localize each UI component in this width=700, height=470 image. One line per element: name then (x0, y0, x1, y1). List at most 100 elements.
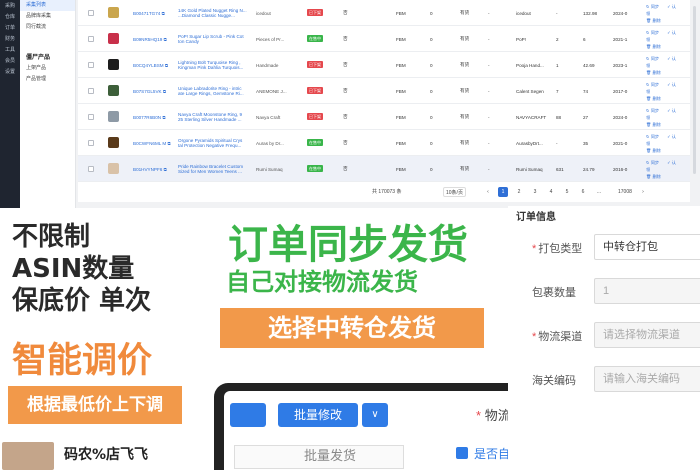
sync-link[interactable]: ↻ 同步 (646, 160, 663, 165)
row-checkbox[interactable] (88, 36, 94, 42)
table-row[interactable]: B0CQ4YLBSM ⧉ Lightning Bolt Turquoise Ri… (78, 52, 690, 78)
table-row[interactable]: B00471TG74 ⧉ 14K Gold Plated Nugget Ring… (78, 0, 690, 26)
table-row[interactable]: B01HVYNPF6 ⧉ Pride Rainbow Bracelet Cust… (78, 156, 690, 182)
copy-icon[interactable]: ⧉ (165, 63, 168, 68)
form-field-input[interactable]: 请选择物流渠道 (594, 322, 700, 348)
cell-qty: 0 (430, 10, 433, 16)
row-checkbox[interactable] (88, 88, 94, 94)
table-row[interactable]: B0CWFN6ML M ⧉ Orgone Pyramids Spiritual … (78, 130, 690, 156)
product-title-link[interactable]: Unique Labradorite Ring - intric ate Lar… (178, 78, 248, 104)
copy-icon[interactable]: ⧉ (162, 115, 165, 120)
delete-text: 删除 (652, 70, 661, 75)
cell-date: 2021-1 (613, 36, 628, 42)
table-row[interactable]: B09NR5HQ19 ⧉ PoP! Sugar Lip Scrub - Pink… (78, 26, 690, 52)
form-field-input[interactable]: 1 (594, 278, 700, 304)
form-field-input[interactable]: 请输入海关编码 (594, 366, 700, 392)
delete-link[interactable]: 🗑 删除 (646, 70, 665, 75)
product-title-link[interactable]: Orgone Pyramids Spiritual Crys tal Prote… (178, 130, 248, 156)
delete-link[interactable]: 🗑 删除 (646, 18, 665, 23)
asin-link[interactable]: B0CWFN6ML M ⧉ (133, 130, 175, 156)
rail-item[interactable]: 财务 (0, 33, 20, 44)
sync-link[interactable]: ↻ 同步 (646, 56, 663, 61)
asin-text: B0CQ4YLBSM (133, 62, 164, 68)
rail-item[interactable]: 会员 (0, 55, 20, 66)
batch-edit-button[interactable]: 批量修改 (278, 403, 358, 427)
cell-dash: - (488, 140, 490, 146)
sync-link[interactable]: ↻ 同步 (646, 82, 663, 87)
row-checkbox[interactable] (88, 62, 94, 68)
sync-link[interactable]: ↻ 同步 (646, 108, 663, 113)
product-title-link[interactable]: 14K Gold Plated Nugget Ring N... ...Diam… (178, 0, 248, 26)
cell-count: - (556, 10, 558, 16)
delete-link[interactable]: 🗑 删除 (646, 122, 665, 127)
pager-size-select[interactable]: 10条/页 (443, 187, 466, 197)
asin-text: B0077R6B0N (133, 114, 162, 120)
subnav-item[interactable]: 产品管理 (20, 74, 75, 85)
batch-ship-label[interactable]: 批量发货 (304, 445, 356, 464)
asin-link[interactable]: B01HVYNPF6 ⧉ (133, 156, 175, 182)
rail-item[interactable]: 采购 (0, 0, 20, 11)
copy-icon[interactable]: ⧉ (164, 37, 167, 42)
product-title-link[interactable]: Pride Rainbow Bracelet Custom Sized for … (178, 156, 248, 182)
product-title-link[interactable]: Lightning Bolt Turquoise Ring , Kingman … (178, 52, 248, 78)
brand-cell: icedout (256, 10, 271, 16)
form-field-input[interactable]: 中转仓打包 (594, 234, 700, 260)
pager-page[interactable]: 5 (562, 187, 572, 197)
delete-link[interactable]: 🗑 删除 (646, 44, 665, 49)
row-checkbox[interactable] (88, 140, 94, 146)
subnav-item[interactable]: 同行截流 (20, 22, 75, 33)
asin-link[interactable]: B0077R6B0N ⧉ (133, 104, 175, 130)
row-checkbox[interactable] (88, 114, 94, 120)
sync-link[interactable]: ↻ 同步 (646, 134, 663, 139)
delete-text: 删除 (652, 174, 661, 179)
subnav-item[interactable]: 采集列表 (20, 0, 75, 11)
rail-item[interactable]: 仓库 (0, 11, 20, 22)
row-checkbox[interactable] (88, 166, 94, 172)
copy-icon[interactable]: ⧉ (162, 11, 165, 16)
rail-item[interactable]: 设置 (0, 66, 20, 77)
status-badge: 已下架 (307, 87, 323, 94)
table-row[interactable]: B0077R6B0N ⧉ Navya Craft Moonstone Ring,… (78, 104, 690, 130)
subnav-item[interactable]: 品牌库采集 (20, 11, 75, 22)
pager-page[interactable]: 17008 (616, 187, 634, 197)
pager-page[interactable]: 1 (498, 187, 508, 197)
phone-left-button[interactable] (230, 403, 266, 427)
batch-dropdown-button[interactable]: ∨ (362, 403, 388, 427)
copy-icon[interactable]: ⧉ (163, 89, 166, 94)
pager-page[interactable]: 2 (514, 187, 524, 197)
pager-page[interactable]: 3 (530, 187, 540, 197)
asin-link[interactable]: B09NR5HQ19 ⧉ (133, 26, 175, 52)
asin-link[interactable]: B07S7GL5VK ⧉ (133, 78, 175, 104)
asin-link[interactable]: B00471TG74 ⧉ (133, 0, 175, 26)
auto-ship-checkbox[interactable] (456, 447, 468, 459)
row-actions: ↻ 同步 ✓ 认领 🗑 删除 (646, 107, 686, 128)
sync-link[interactable]: ↻ 同步 (646, 30, 663, 35)
pager-page[interactable]: 6 (578, 187, 588, 197)
pager-page[interactable]: ... (594, 187, 604, 197)
table-scrollbar[interactable] (693, 6, 696, 174)
cell-price: 6 (583, 36, 586, 42)
pager-page[interactable]: 4 (546, 187, 556, 197)
product-title-link[interactable]: Navya Craft Moonstone Ring, 9 25 Sterlin… (178, 104, 248, 130)
cell-dash: - (488, 10, 490, 16)
cell-qty: 0 (430, 114, 433, 120)
copy-icon[interactable]: ⧉ (168, 141, 171, 146)
product-title-link[interactable]: PoP! Sugar Lip Scrub - Pink Cot ton Cand… (178, 26, 248, 52)
rail-item[interactable]: 工具 (0, 44, 20, 55)
product-thumbnail (108, 111, 119, 122)
pager-prev-button[interactable]: ‹ (483, 187, 493, 197)
copy-icon[interactable]: ⧉ (164, 167, 167, 172)
asin-link[interactable]: B0CQ4YLBSM ⧉ (133, 52, 175, 78)
delete-link[interactable]: 🗑 删除 (646, 174, 665, 179)
status-badge: 已下架 (307, 113, 323, 120)
brand-cell: ANEMONE J... (256, 88, 287, 94)
delete-link[interactable]: 🗑 删除 (646, 96, 665, 101)
subnav-item[interactable]: 上架产品 (20, 63, 75, 74)
row-checkbox[interactable] (88, 10, 94, 16)
pager-next-button[interactable]: › (638, 187, 648, 197)
sync-link[interactable]: ↻ 同步 (646, 4, 663, 9)
row-actions: ↻ 同步 ✓ 认领 🗑 删除 (646, 133, 686, 154)
delete-link[interactable]: 🗑 删除 (646, 148, 665, 153)
table-row[interactable]: B07S7GL5VK ⧉ Unique Labradorite Ring - i… (78, 78, 690, 104)
rail-item[interactable]: 订单 (0, 22, 20, 33)
